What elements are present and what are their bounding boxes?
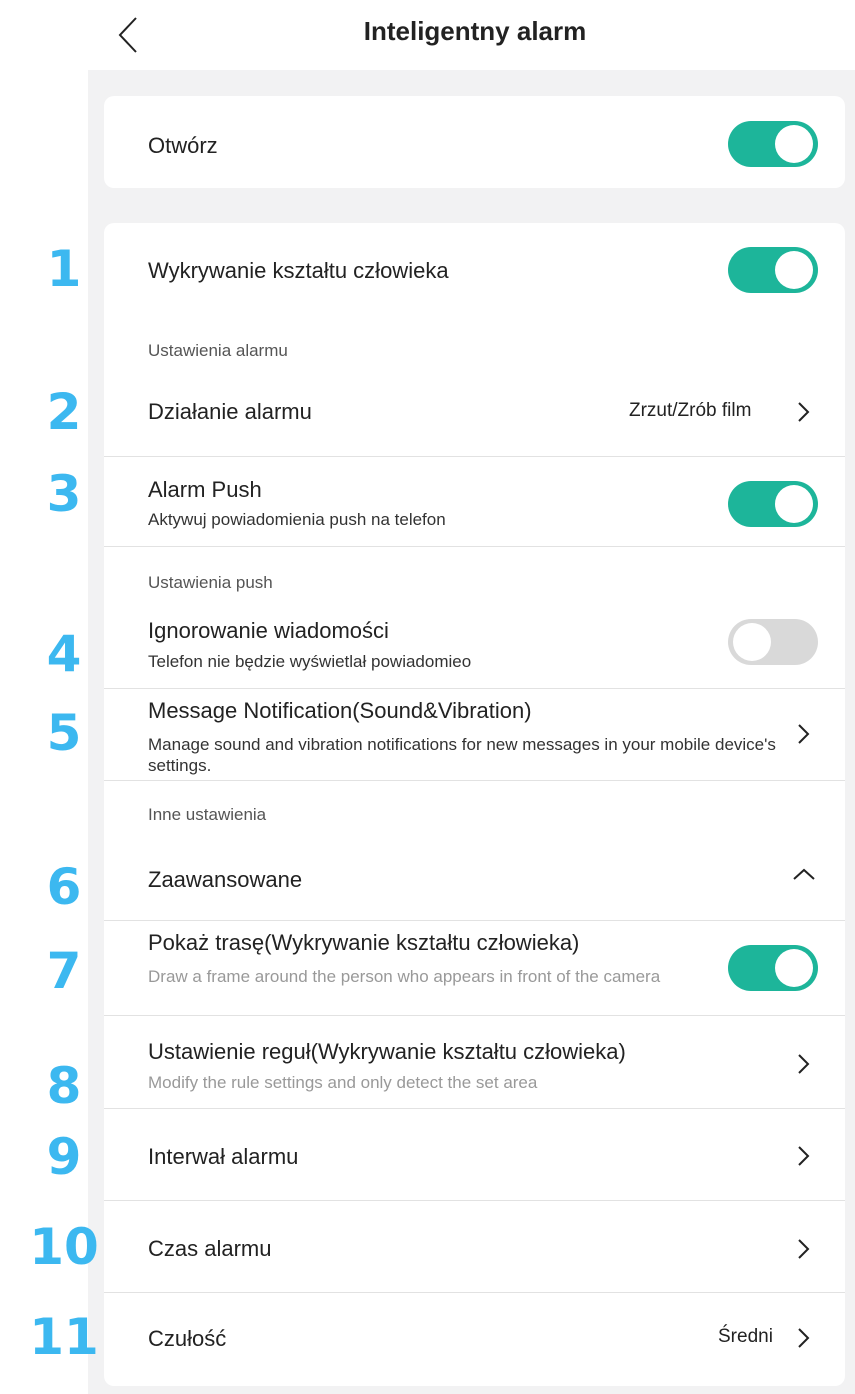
alarm-push-label: Alarm Push [148,477,262,502]
header: Inteligentny alarm [0,0,855,70]
annotation-number-3: 3 [46,465,82,523]
chevron-right-icon[interactable] [792,720,814,748]
toggle-knob [775,485,813,523]
toggle-knob [733,623,771,661]
annotation-number-1: 1 [46,240,82,298]
annotation-number-2: 2 [46,383,82,441]
divider [104,688,845,689]
show-track-description: Draw a frame around the person who appea… [148,967,661,986]
divider [104,1108,845,1109]
section-other-settings: Inne ustawienia [148,805,267,824]
ignore-messages-label: Ignorowanie wiadomości [148,618,389,643]
chevron-right-icon[interactable] [792,398,814,426]
ignore-messages-description: Telefon nie będzie wyświetlał powiadomie… [148,652,472,671]
divider [104,546,845,547]
alarm-push-toggle[interactable] [728,481,818,527]
show-track-label: Pokaż trasę(Wykrywanie kształtu człowiek… [148,930,580,955]
toggle-knob [775,251,813,289]
divider [104,780,845,781]
chevron-right-icon[interactable] [792,1050,814,1078]
alarm-interval-label[interactable]: Interwał alarmu [148,1144,298,1170]
annotation-number-8: 8 [46,1057,82,1115]
annotation-number-7: 7 [46,942,82,1000]
toggle-knob [775,125,813,163]
advanced-label[interactable]: Zaawansowane [148,867,302,893]
chevron-right-icon[interactable] [792,1235,814,1263]
page-title: Inteligentny alarm [363,16,587,46]
divider [104,920,845,921]
divider [104,1200,845,1201]
divider [104,456,845,457]
annotation-number-10: 10 [29,1218,99,1276]
sensitivity-value[interactable]: Średni [718,1326,773,1348]
sensitivity-label[interactable]: Czułość [148,1326,226,1352]
alarm-action-label[interactable]: Działanie alarmu [148,399,312,425]
human-detect-label: Wykrywanie kształtu człowieka [148,258,449,283]
alarm-action-value[interactable]: Zrzut/Zrób film [629,400,751,422]
annotation-number-4: 4 [46,625,82,683]
section-push-settings: Ustawienia push [148,573,273,592]
chevron-right-icon[interactable] [792,1324,814,1352]
section-alarm-settings: Ustawienia alarmu [148,341,288,360]
chevron-up-icon[interactable] [790,862,818,886]
divider [104,1292,845,1293]
divider [104,1015,845,1016]
rule-settings-label[interactable]: Ustawienie reguł(Wykrywanie kształtu czł… [148,1039,626,1065]
rule-settings-description: Modify the rule settings and only detect… [148,1073,538,1092]
toggle-knob [775,949,813,987]
alarm-time-label[interactable]: Czas alarmu [148,1236,271,1262]
message-notification-label[interactable]: Message Notification(Sound&Vibration) [148,698,532,724]
open-label: Otwórz [148,133,218,158]
open-toggle[interactable] [728,121,818,167]
annotation-number-9: 9 [46,1128,82,1186]
message-notification-description: Manage sound and vibration notifications… [148,735,776,775]
show-track-toggle[interactable] [728,945,818,991]
annotation-number-6: 6 [46,858,82,916]
annotation-number-11: 11 [29,1308,99,1366]
chevron-right-icon[interactable] [792,1142,814,1170]
alarm-push-description: Aktywuj powiadomienia push na telefon [148,510,446,529]
ignore-messages-toggle[interactable] [728,619,818,665]
human-detect-toggle[interactable] [728,247,818,293]
annotation-number-5: 5 [46,704,82,762]
